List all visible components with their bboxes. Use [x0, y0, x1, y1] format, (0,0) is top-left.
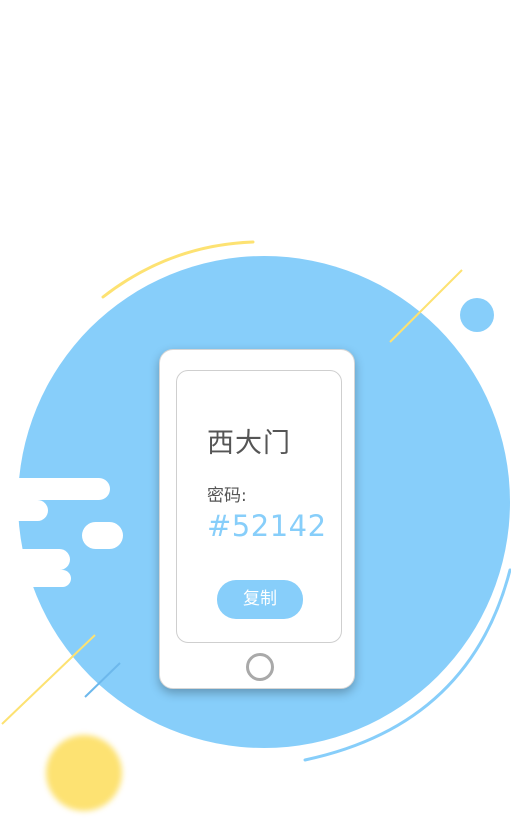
blue-dot — [460, 298, 494, 332]
password-value: #52142 — [207, 509, 327, 543]
yellow-line-bottom — [1, 634, 96, 725]
home-button-icon — [246, 653, 274, 681]
illustration-scene: 西大门 密码: #52142 复制 — [0, 0, 511, 821]
yellow-sun — [46, 735, 122, 811]
copy-button[interactable]: 复制 — [217, 580, 303, 619]
phone-icon: 西大门 密码: #52142 复制 — [159, 349, 355, 689]
password-label: 密码: — [207, 486, 247, 506]
location-title: 西大门 — [207, 428, 291, 459]
phone-screen: 西大门 密码: #52142 复制 — [176, 370, 342, 643]
